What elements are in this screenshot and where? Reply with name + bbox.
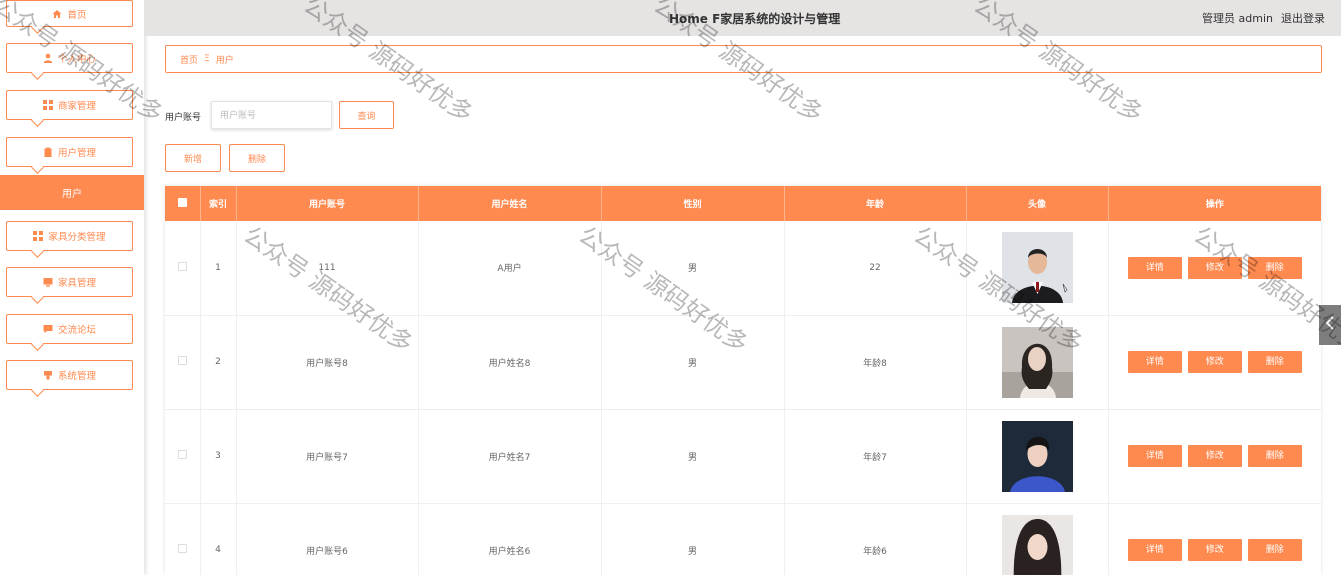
column-header-gender: 性别 <box>601 186 785 221</box>
select-all-cell[interactable] <box>165 186 201 221</box>
sidebar-item-furniture[interactable]: 家具管理 <box>6 267 133 297</box>
detail-button[interactable]: 详情 <box>1127 445 1182 467</box>
query-button[interactable]: 查询 <box>339 101 394 129</box>
app-title: Home F家居系统的设计与管理 <box>669 12 841 26</box>
monitor-icon <box>43 277 53 287</box>
avatar <box>1001 326 1073 398</box>
row-delete-button[interactable]: 删除 <box>1247 256 1302 279</box>
cell-name: 用户姓名8 <box>418 315 602 410</box>
table-row: 2 用户账号8 用户姓名8 男 年龄8 详情 修改 删除 <box>165 315 1321 410</box>
sidebar-item-forum[interactable]: 交流论坛 <box>6 314 133 344</box>
user-icon <box>43 53 53 63</box>
add-button[interactable]: 新增 <box>165 144 221 172</box>
settings-icon <box>43 370 53 380</box>
row-delete-button[interactable]: 删除 <box>1247 539 1302 561</box>
column-header-index: 索引 <box>200 186 237 221</box>
sidebar-item-label: 用户管理 <box>57 148 96 159</box>
row-delete-button[interactable]: 删除 <box>1247 445 1302 467</box>
avatar <box>1001 232 1073 304</box>
cell-age: 年龄7 <box>784 409 967 504</box>
breadcrumb-current: 用户 <box>215 55 234 66</box>
column-header-name: 用户姓名 <box>418 186 602 221</box>
breadcrumb-separator: Ξ <box>204 54 210 64</box>
sidebar-subitem-user[interactable]: 用户 <box>0 175 144 210</box>
cell-account: 用户账号6 <box>236 503 419 575</box>
sidebar-item-furniture-category[interactable]: 家具分类管理 <box>6 221 133 251</box>
cell-name: 用户姓名6 <box>418 503 602 575</box>
cell-name: 用户姓名7 <box>418 409 602 504</box>
chat-icon <box>43 324 53 334</box>
sidebar-item-label: 个人中心 <box>57 54 96 65</box>
cell-gender: 男 <box>601 221 785 316</box>
search-input[interactable] <box>211 101 332 129</box>
current-user-label: 管理员 admin <box>1202 12 1273 25</box>
sidebar-subitem-label: 用户 <box>62 189 82 200</box>
row-checkbox[interactable] <box>177 356 187 365</box>
sidebar-item-label: 交流论坛 <box>57 325 96 336</box>
grid-icon <box>42 100 53 110</box>
column-header-actions: 操作 <box>1108 186 1321 221</box>
cell-name: A用户 <box>418 221 602 316</box>
avatar <box>1001 420 1073 492</box>
sidebar-item-home[interactable]: 首页 <box>6 0 133 27</box>
row-delete-button[interactable]: 删除 <box>1247 351 1302 373</box>
breadcrumb: 首页 Ξ 用户 <box>165 45 1322 73</box>
table-row: 1 111 A用户 男 22 详情修改 删除 <box>165 221 1321 316</box>
sidebar-item-label: 家具分类管理 <box>48 232 106 243</box>
table-row: 4 用户账号6 用户姓名6 男 年龄6 详情 修改 删除 <box>165 503 1321 575</box>
cell-age: 22 <box>784 221 967 316</box>
cell-account: 用户账号7 <box>236 409 419 504</box>
select-all-checkbox[interactable] <box>177 197 187 207</box>
logout-link[interactable]: 退出登录 <box>1281 10 1325 26</box>
clipboard-icon <box>43 147 53 157</box>
table-header-row: 索引 用户账号 用户姓名 性别 年龄 头像 操作 <box>165 186 1321 221</box>
avatar <box>1001 514 1073 575</box>
search-label: 用户账号 <box>165 113 202 123</box>
cell-gender: 男 <box>601 503 785 575</box>
row-checkbox[interactable] <box>177 450 187 459</box>
edit-button[interactable]: 修改 <box>1187 539 1242 561</box>
breadcrumb-home[interactable]: 首页 <box>180 53 198 66</box>
row-checkbox[interactable] <box>177 261 187 271</box>
sidebar-item-label: 首页 <box>67 9 87 21</box>
user-table: 索引 用户账号 用户姓名 性别 年龄 头像 操作 1 111 A用户 男 22 <box>165 186 1321 575</box>
cell-age: 年龄6 <box>784 503 967 575</box>
sidebar-item-system[interactable]: 系统管理 <box>6 360 133 390</box>
grid-icon <box>33 231 44 241</box>
sidebar-item-label: 商家管理 <box>57 101 96 112</box>
sidebar-item-user-management[interactable]: 用户管理 <box>6 137 133 167</box>
cell-age: 年龄8 <box>784 315 967 410</box>
sidebar-item-profile[interactable]: 个人中心 <box>6 43 133 73</box>
delete-button[interactable]: 删除 <box>229 144 285 172</box>
detail-button[interactable]: 详情 <box>1127 351 1182 373</box>
cell-account: 用户账号8 <box>236 315 419 410</box>
column-header-avatar: 头像 <box>966 186 1109 221</box>
cell-gender: 男 <box>601 315 785 410</box>
top-header: Home F家居系统的设计与管理 管理员 admin 退出登录 <box>144 0 1341 36</box>
edit-button[interactable]: 修改 <box>1187 256 1242 279</box>
detail-button[interactable]: 详情 <box>1127 539 1182 561</box>
cell-gender: 男 <box>601 409 785 504</box>
cell-account: 111 <box>236 221 419 316</box>
cell-index: 3 <box>200 409 237 504</box>
cell-index: 2 <box>200 315 237 410</box>
cell-index: 4 <box>200 503 237 575</box>
sidebar-item-label: 家具管理 <box>57 278 96 289</box>
edit-button[interactable]: 修改 <box>1187 445 1242 467</box>
side-collapse-tab[interactable] <box>1319 305 1341 345</box>
chevron-left-icon <box>1325 316 1335 334</box>
sidebar-item-merchant[interactable]: 商家管理 <box>6 90 133 120</box>
table-row: 3 用户账号7 用户姓名7 男 年龄7 详情 修改 删除 <box>165 409 1321 504</box>
cell-index: 1 <box>200 221 237 316</box>
column-header-age: 年龄 <box>784 186 967 221</box>
home-icon <box>52 9 62 19</box>
row-checkbox[interactable] <box>177 544 187 553</box>
sidebar-item-label: 系统管理 <box>57 371 96 382</box>
detail-button[interactable]: 详情 <box>1127 256 1182 279</box>
edit-button[interactable]: 修改 <box>1187 351 1242 373</box>
column-header-account: 用户账号 <box>236 186 419 221</box>
sidebar: 首页 个人中心 商家管理 用户管理 用户 家具分类管理 家具管理 交流论坛 系统… <box>0 0 144 575</box>
